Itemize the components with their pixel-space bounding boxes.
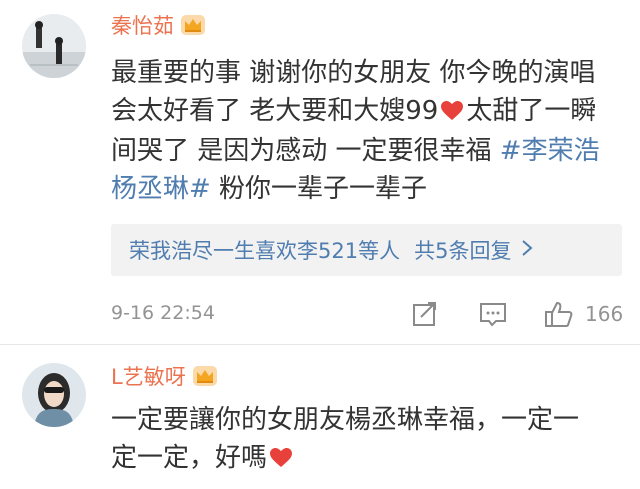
- crown-icon: [180, 14, 206, 41]
- comment-text: 一定要讓你的女朋友楊丞琳幸福，一定一定一定，好嗎: [111, 401, 601, 479]
- avatar[interactable]: [22, 363, 86, 427]
- username-text: 秦怡茹: [111, 14, 174, 38]
- comment-item: L艺敏呀 一定要讓你的女朋友楊丞琳幸福，一定一定一定，好嗎: [0, 345, 640, 489]
- thumbs-up-icon[interactable]: [544, 300, 574, 332]
- comment-item: 秦怡茹 最重要的事 谢谢你的女朋友 你今晚的演唱会太好看了 老大要和大嫂99 太甜…: [0, 0, 640, 344]
- comment-text-part: 粉你一辈子一辈子: [210, 174, 428, 204]
- username[interactable]: L艺敏呀: [111, 361, 218, 392]
- comment-meta: 9-16 22:54 166: [111, 300, 631, 330]
- heart-icon: [440, 94, 464, 132]
- replies-summary-box[interactable]: 荣我浩尽一生喜欢李521等人 共5条回复: [111, 224, 622, 276]
- heart-icon: [269, 441, 293, 479]
- avatar[interactable]: [22, 14, 86, 78]
- comment-text: 最重要的事 谢谢你的女朋友 你今晚的演唱会太好看了 老大要和大嫂99 太甜了一瞬间…: [111, 54, 611, 208]
- share-icon[interactable]: [411, 300, 439, 332]
- avatar-image: [22, 363, 86, 427]
- like-count: 166: [585, 302, 624, 326]
- username-text: L艺敏呀: [111, 365, 186, 389]
- replies-count[interactable]: 共5条回复: [414, 235, 511, 265]
- chevron-right-icon: [521, 239, 533, 261]
- timestamp: 9-16 22:54: [111, 302, 215, 324]
- replies-summary[interactable]: 荣我浩尽一生喜欢李521等人: [129, 235, 400, 265]
- crown-icon: [192, 365, 218, 392]
- username[interactable]: 秦怡茹: [111, 10, 206, 41]
- comment-text-part: 一定要讓你的女朋友楊丞琳幸福，一定一定一定，好嗎: [111, 405, 580, 473]
- avatar-image: [22, 14, 86, 78]
- comment-icon[interactable]: [478, 300, 508, 332]
